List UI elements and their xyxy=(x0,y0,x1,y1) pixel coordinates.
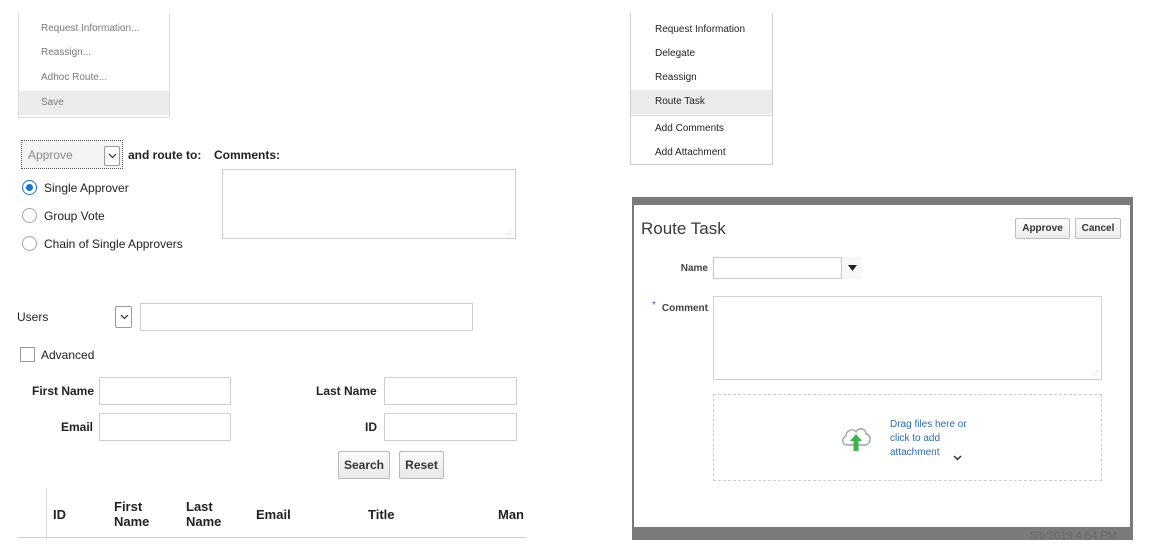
menu-item-route-task[interactable]: Route Task xyxy=(631,90,772,114)
chevron-down-icon[interactable] xyxy=(104,146,120,166)
email-input[interactable] xyxy=(99,413,231,441)
search-type-value[interactable]: Users xyxy=(17,310,48,324)
approve-button[interactable]: Approve xyxy=(1015,218,1070,239)
menu-item-add-comments[interactable]: Add Comments xyxy=(631,117,772,141)
comment-label: Comment xyxy=(661,303,708,314)
legacy-task-menu: Request Information... Reassign... Adhoc… xyxy=(18,13,170,118)
comment-textarea[interactable]: .: xyxy=(713,296,1102,380)
last-name-label: Last Name xyxy=(316,384,377,398)
action-select-value: Approve xyxy=(28,148,73,162)
column-header-email[interactable]: Email xyxy=(256,507,291,522)
menu-item-add-attachment[interactable]: Add Attachment xyxy=(631,141,772,165)
comments-label: Comments: xyxy=(214,148,281,162)
column-header-id[interactable]: ID xyxy=(53,507,66,522)
chevron-down-icon[interactable] xyxy=(953,448,962,466)
chevron-down-icon[interactable] xyxy=(115,306,132,328)
table-header-underline xyxy=(17,537,527,538)
resize-grip-icon[interactable]: .: xyxy=(1094,369,1098,377)
radio-group-vote[interactable] xyxy=(22,208,37,223)
radio-single-approver[interactable] xyxy=(22,180,37,195)
menu-item-reassign[interactable]: Reassign xyxy=(631,66,772,90)
dropdown-arrow-icon[interactable] xyxy=(841,257,862,279)
dialog-title: Route Task xyxy=(641,219,726,238)
email-label: Email xyxy=(61,420,94,434)
radio-chain-approvers[interactable] xyxy=(22,236,37,251)
action-select[interactable]: Approve xyxy=(21,140,123,169)
menu-item-adhoc-route[interactable]: Adhoc Route... xyxy=(19,66,169,90)
task-actions-menu: Request Information Delegate Reassign Ro… xyxy=(630,13,773,165)
route-to-label: and route to: xyxy=(128,148,202,162)
radio-group-vote-label: Group Vote xyxy=(44,209,105,223)
search-button[interactable]: Search xyxy=(338,451,390,479)
comments-textarea[interactable]: .: xyxy=(222,169,516,239)
drop-hint-line1[interactable]: Drag files here or xyxy=(890,417,967,432)
search-keyword-input[interactable] xyxy=(140,303,473,331)
menu-item-delegate[interactable]: Delegate xyxy=(631,42,772,66)
cloud-upload-icon[interactable] xyxy=(839,421,873,453)
radio-single-approver-label: Single Approver xyxy=(44,181,129,195)
column-header-manager[interactable]: Man xyxy=(498,507,524,522)
first-name-label: First Name xyxy=(32,384,95,398)
menu-separator xyxy=(631,115,772,116)
menu-item-request-information[interactable]: Request Information xyxy=(631,18,772,42)
column-header-last-name[interactable]: Last Name xyxy=(186,499,236,529)
drop-hint-line3[interactable]: attachment xyxy=(890,445,939,460)
name-select[interactable] xyxy=(713,257,862,279)
id-label: ID xyxy=(365,420,377,434)
radio-chain-approvers-label: Chain of Single Approvers xyxy=(44,237,183,251)
drop-hint-line2[interactable]: click to add xyxy=(890,431,940,446)
footer-timestamp: 5/6/2019 4:54 PM xyxy=(1030,530,1117,542)
column-header-title[interactable]: Title xyxy=(368,507,395,522)
table-divider xyxy=(46,488,47,540)
advanced-label: Advanced xyxy=(41,348,95,362)
last-name-input[interactable] xyxy=(384,377,517,405)
reset-button[interactable]: Reset xyxy=(399,451,444,479)
first-name-input[interactable] xyxy=(99,377,231,405)
id-input[interactable] xyxy=(384,413,517,441)
advanced-checkbox[interactable] xyxy=(20,347,35,362)
resize-grip-icon[interactable]: .: xyxy=(508,228,512,236)
name-label: Name xyxy=(680,263,708,274)
menu-item-save[interactable]: Save xyxy=(19,91,169,115)
menu-item-reassign[interactable]: Reassign... xyxy=(19,41,169,65)
cancel-button[interactable]: Cancel xyxy=(1075,218,1121,239)
column-header-first-name[interactable]: First Name xyxy=(114,499,164,529)
menu-item-request-information[interactable]: Request Information... xyxy=(19,17,169,41)
